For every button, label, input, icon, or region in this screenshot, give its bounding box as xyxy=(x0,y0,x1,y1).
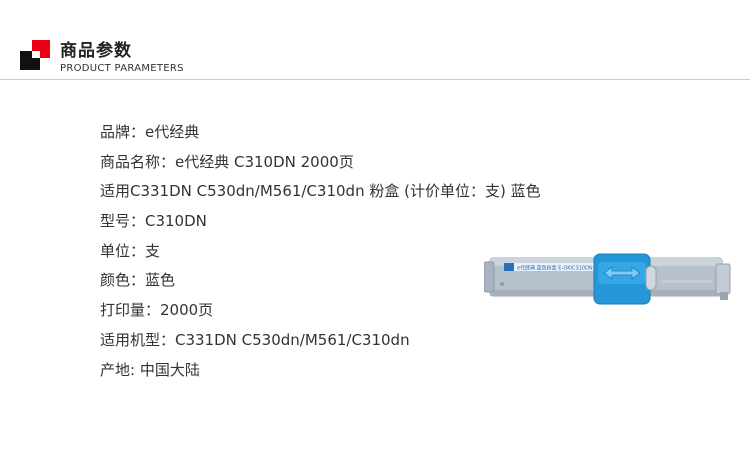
cartridge-label-text: e代经典 蓝色粉盒 E-OKIC310DN xyxy=(517,265,593,272)
spec-brand: 品牌：e代经典 xyxy=(100,123,200,141)
brand-logo-icon xyxy=(20,40,50,70)
spec-compatibility: 适用C331DN C530dn/M561/C310dn 粉盒 (计价单位：支) … xyxy=(100,182,541,201)
spec-unit: 单位：支 xyxy=(100,241,161,260)
spec-color: 颜色：蓝色 xyxy=(100,271,176,290)
spec-page-yield: 打印量：2000页 xyxy=(100,301,214,320)
header-divider xyxy=(0,79,750,80)
section-title: 商品参数 xyxy=(60,41,132,61)
section-subtitle: PRODUCT PARAMETERS xyxy=(60,63,184,74)
spec-compatible-models: 适用机型：C331DN C530dn/M561/C310dn xyxy=(100,330,410,349)
toner-cartridge-image: e代经典 蓝色粉盒 E-OKIC310DN xyxy=(483,250,736,310)
spec-model: 型号：C310DN xyxy=(100,212,207,231)
spec-origin: 产地: 中国大陆 xyxy=(100,360,200,379)
spec-product-name: 商品名称：e代经典 C310DN 2000页 xyxy=(100,152,354,171)
spec-list: 品牌：e代经典 商品名称：e代经典 C310DN 2000页 适用C331DN … xyxy=(100,118,541,385)
